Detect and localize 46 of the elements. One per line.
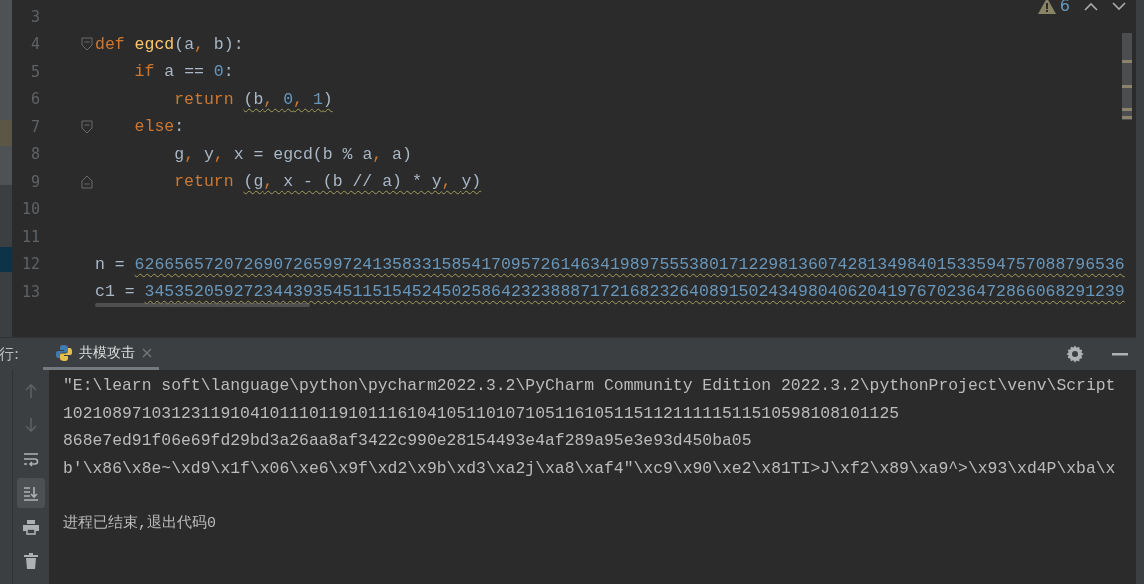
tool-button[interactable]: [17, 478, 45, 508]
python-icon: [55, 343, 74, 362]
code-line: return (g, x - (b // a) * y, y): [173, 172, 482, 192]
warning-icon[interactable]: [1037, 0, 1056, 14]
line-number: 6: [29, 90, 40, 109]
line-number: 12: [20, 255, 40, 274]
down-arrow-icon: [22, 416, 40, 434]
chevron-up-icon[interactable]: [1084, 1, 1098, 11]
output-line: 868e7ed91f06e69fd29bd3a26aa8af3422c990e28154493e4af289a95e3e93d450ba05: [63, 430, 753, 452]
output-line: 1021089710312311910410111011910111610410511010710511610511511211111511510598108101125: [63, 402, 901, 425]
vertical-scrollbar[interactable]: [1122, 33, 1132, 120]
line-number: 9: [29, 172, 40, 191]
code-line: g, y, x = egcd(b % a, a): [173, 144, 412, 164]
close-icon[interactable]: [141, 346, 154, 359]
trash-icon: [22, 552, 40, 570]
wrap-icon: [22, 450, 40, 468]
code-line: else:: [133, 117, 185, 137]
exit-message: 进程已结束,退出代码0: [63, 513, 217, 534]
code-line: return (b, 0, 1): [173, 89, 333, 109]
line-number: 5: [29, 62, 40, 81]
code-line: def egcd(a, b):: [95, 34, 244, 54]
run-tab[interactable]: 共模攻击: [43, 338, 160, 370]
line-number: 13: [20, 282, 40, 301]
code-line: n = 6266565720726907265997241358331585417095726146341989755538017122981360742813498401533594757088796536: [95, 254, 1125, 274]
fold-icon[interactable]: [81, 174, 93, 189]
minimize-icon[interactable]: [1112, 352, 1128, 356]
settings-icon[interactable]: [1066, 345, 1084, 363]
scroll-to-end-icon: [22, 484, 40, 502]
line-number: 11: [20, 227, 40, 246]
code-line: c1 = 345352059272344393545115154524502586423238887172168232640891502434980406204197670236472866068291239: [95, 282, 1125, 302]
line-number: 10: [20, 200, 40, 219]
output-line: "E:\learn soft\language\python\pycharm2022.3.2\PyCharm Community Edition 2022.3.2\pythonProject\venv\Script: [63, 375, 1117, 397]
fold-icon[interactable]: [81, 119, 93, 134]
fold-icon[interactable]: [81, 37, 93, 52]
horizontal-scrollbar[interactable]: [95, 303, 310, 307]
line-number: 4: [29, 35, 40, 54]
warning-count: 6: [1059, 0, 1070, 15]
chevron-down-icon[interactable]: [1112, 1, 1126, 11]
line-number: 8: [29, 145, 40, 164]
caret-row-marker: [0, 247, 12, 272]
line-number: 3: [29, 7, 40, 26]
code-line: if a == 0:: [133, 62, 234, 82]
output-line: b'\x86\x8e~\xd9\x1f\x06\xe6\x9f\xd2\x9b\xd3\xa2j\xa8\xaf4"\xc9\x90\xe2\x81TI>J\xf2\x89\xa9^>\x93\xd4P\xba\x: [63, 457, 1117, 480]
highlight-marker: [0, 120, 12, 146]
line-number: 7: [29, 117, 40, 136]
printer-icon: [22, 518, 40, 536]
